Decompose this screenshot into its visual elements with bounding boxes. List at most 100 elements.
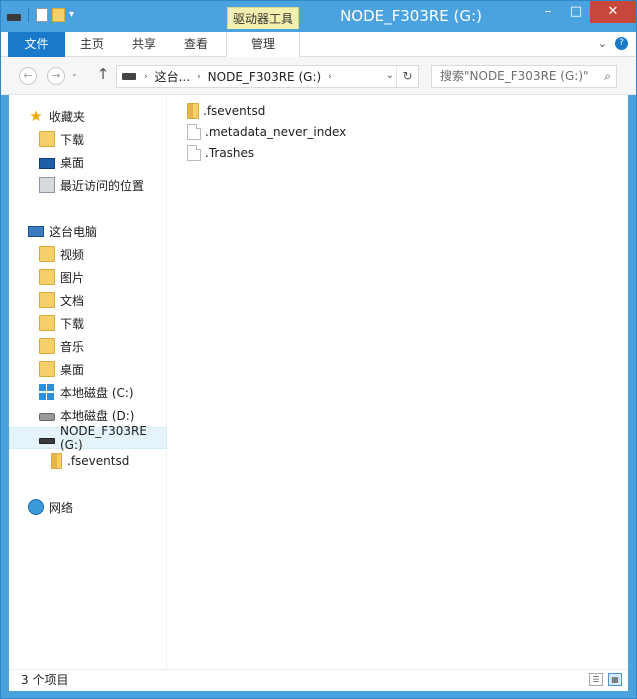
folder-icon <box>187 103 199 119</box>
nav-label: 下载 <box>60 132 85 147</box>
desktop-icon <box>39 157 55 169</box>
chevron-right-icon[interactable]: › <box>142 72 150 82</box>
file-item-fseventsd[interactable]: .fseventsd <box>187 101 265 121</box>
forward-button[interactable]: → <box>47 67 65 85</box>
properties-icon[interactable] <box>36 8 48 22</box>
up-button[interactable]: ↑ <box>95 65 111 83</box>
search-input[interactable]: 搜索"NODE_F303RE (G:)" ⌕ <box>431 65 617 88</box>
tab-manage[interactable]: 管理 <box>226 32 300 57</box>
file-icon <box>187 145 201 161</box>
nav-network[interactable]: 网络 <box>9 496 167 518</box>
new-folder-icon[interactable] <box>52 8 65 22</box>
breadcrumb-drive[interactable]: NODE_F303RE (G:) <box>203 70 327 84</box>
minimize-button[interactable]: – <box>534 1 562 23</box>
nav-item-downloads-pc[interactable]: 下载 <box>9 312 167 334</box>
documents-folder-icon <box>39 292 55 308</box>
details-view-icon[interactable]: ☰ <box>589 673 603 686</box>
desktop-folder-icon <box>39 361 55 377</box>
nav-item-music[interactable]: 音乐 <box>9 335 167 357</box>
file-item-metadata-never-index[interactable]: .metadata_never_index <box>187 122 346 142</box>
chevron-right-icon[interactable]: › <box>326 72 334 82</box>
ribbon-tabs: 文件 主页 共享 查看 管理 ⌄ ? <box>1 32 636 57</box>
nav-item-node-drive[interactable]: NODE_F303RE (G:) <box>9 424 167 452</box>
tab-file[interactable]: 文件 <box>8 32 65 57</box>
star-icon: ★ <box>29 107 43 125</box>
network-icon <box>28 499 44 515</box>
drive-tools-context-label: 驱动器工具 <box>227 7 299 29</box>
recent-locations-chevron-icon[interactable]: ⌄ <box>71 69 78 78</box>
search-placeholder: 搜索"NODE_F303RE (G:)" <box>440 69 589 83</box>
hard-drive-icon <box>39 413 55 421</box>
nav-label: 文档 <box>60 293 85 308</box>
file-name: .fseventsd <box>203 104 266 118</box>
view-switcher: ☰ ▦ <box>589 673 622 686</box>
nav-label: 音乐 <box>60 339 85 354</box>
ribbon-right-controls: ⌄ ? <box>598 37 628 50</box>
large-icons-view-icon[interactable]: ▦ <box>608 673 622 686</box>
recent-places-icon <box>39 177 55 193</box>
nav-label: 最近访问的位置 <box>60 178 145 193</box>
nav-item-desktop-pc[interactable]: 桌面 <box>9 358 167 380</box>
nav-item-recent-places[interactable]: 最近访问的位置 <box>9 174 167 196</box>
chevron-right-icon[interactable]: › <box>195 72 203 82</box>
file-list: .fseventsd .metadata_never_index .Trashe… <box>179 95 619 669</box>
drive-icon[interactable] <box>7 13 21 21</box>
nav-item-desktop[interactable]: 桌面 <box>9 151 167 173</box>
navigation-pane: ★ 收藏夹 下载 桌面 最近访问的位置 这台电脑 视频 图片 文档 下载 音乐 … <box>9 95 167 669</box>
music-folder-icon <box>39 338 55 354</box>
nav-item-documents[interactable]: 文档 <box>9 289 167 311</box>
computer-icon <box>28 225 44 237</box>
nav-label: NODE_F303RE (G:) <box>60 424 147 452</box>
item-count: 3 个项目 <box>21 673 69 687</box>
refresh-button[interactable]: ↻ <box>396 66 418 87</box>
nav-item-local-disk-d[interactable]: 本地磁盘 (D:) <box>9 404 167 426</box>
maximize-button[interactable]: □ <box>562 1 590 23</box>
nav-label: 图片 <box>60 270 85 285</box>
qat-separator <box>28 8 29 22</box>
nav-label: 视频 <box>60 247 85 262</box>
status-bar: 3 个项目 ☰ ▦ <box>9 669 628 691</box>
nav-label: .fseventsd <box>67 454 130 468</box>
nav-item-fseventsd[interactable]: .fseventsd <box>9 450 167 472</box>
address-bar-row: ← → ⌄ ↑ › 这台... › NODE_F303RE (G:) › ⌄ ↻… <box>1 57 636 95</box>
nav-this-pc[interactable]: 这台电脑 <box>9 220 167 242</box>
file-name: .metadata_never_index <box>205 125 347 139</box>
back-button[interactable]: ← <box>19 67 37 85</box>
customize-qat-icon[interactable]: ▾ <box>69 7 85 23</box>
close-button[interactable]: ✕ <box>590 1 636 23</box>
folder-icon <box>51 453 62 469</box>
tab-home[interactable]: 主页 <box>69 32 115 57</box>
nav-item-downloads[interactable]: 下载 <box>9 128 167 150</box>
file-icon <box>187 124 201 140</box>
removable-drive-icon <box>39 437 55 444</box>
nav-label: 网络 <box>49 500 74 515</box>
title-bar: ▾ 驱动器工具 NODE_F303RE (G:) – □ ✕ <box>1 1 636 32</box>
drive-icon <box>122 73 136 80</box>
address-field[interactable]: › 这台... › NODE_F303RE (G:) › ⌄ ↻ <box>116 65 419 88</box>
help-icon[interactable]: ? <box>615 37 628 50</box>
downloads-folder-icon <box>39 131 55 147</box>
tab-share[interactable]: 共享 <box>121 32 167 57</box>
nav-item-local-disk-c[interactable]: 本地磁盘 (C:) <box>9 381 167 403</box>
main-content: ★ 收藏夹 下载 桌面 最近访问的位置 这台电脑 视频 图片 文档 下载 音乐 … <box>9 95 628 669</box>
pictures-folder-icon <box>39 269 55 285</box>
tab-view[interactable]: 查看 <box>173 32 219 57</box>
file-item-trashes[interactable]: .Trashes <box>187 143 254 163</box>
address-dropdown-icon[interactable]: ⌄ <box>386 70 394 81</box>
file-name: .Trashes <box>205 146 255 160</box>
videos-folder-icon <box>39 246 55 262</box>
breadcrumb-this-pc[interactable]: 这台... <box>150 68 195 85</box>
nav-label: 本地磁盘 (C:) <box>60 385 134 400</box>
nav-label: 下载 <box>60 316 85 331</box>
quick-access-toolbar: ▾ <box>7 7 85 23</box>
nav-favorites[interactable]: ★ 收藏夹 <box>9 105 167 127</box>
nav-label: 桌面 <box>60 362 85 377</box>
search-icon[interactable]: ⌕ <box>604 66 611 87</box>
chevron-down-icon[interactable]: ⌄ <box>598 37 607 50</box>
nav-item-videos[interactable]: 视频 <box>9 243 167 265</box>
window-controls: – □ ✕ <box>534 1 636 23</box>
nav-item-pictures[interactable]: 图片 <box>9 266 167 288</box>
nav-label: 桌面 <box>60 155 85 170</box>
window-title: NODE_F303RE (G:) <box>340 7 482 25</box>
windows-drive-icon <box>39 384 55 400</box>
